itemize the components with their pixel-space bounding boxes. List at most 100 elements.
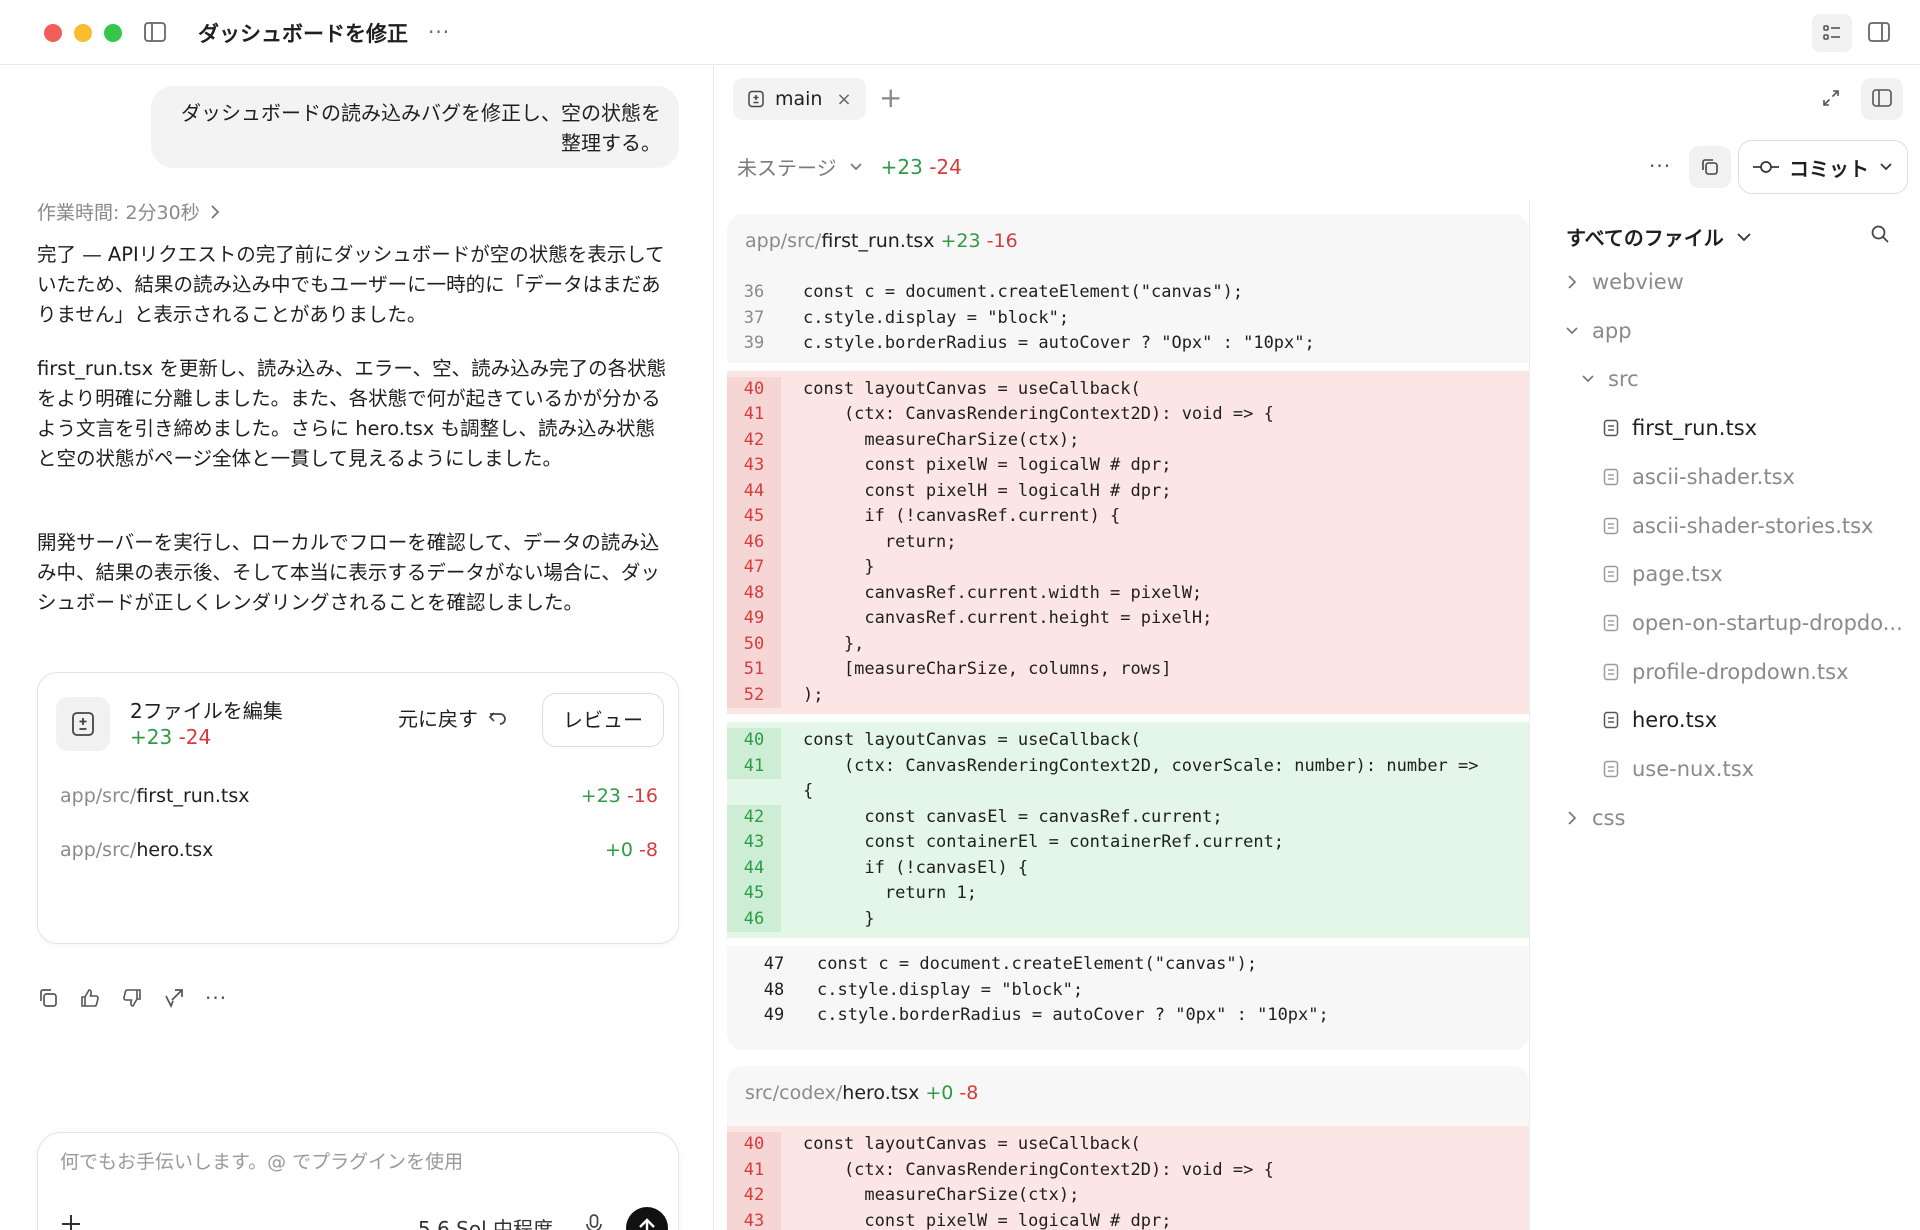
- hunk-gap: [727, 714, 1529, 722]
- panel-toggle-button[interactable]: [1861, 78, 1903, 120]
- lines-added: +0: [604, 839, 633, 861]
- window-minimize-button[interactable]: [74, 24, 92, 42]
- tree-folder-src[interactable]: src: [1580, 367, 1639, 391]
- tree-file[interactable]: page.tsx: [1602, 562, 1723, 586]
- diff-line: 36 const c = document.createElement("canv…: [727, 280, 1529, 306]
- file-icon: [1603, 712, 1619, 729]
- assistant-paragraph: first_run.tsx を更新し、読み込み、エラー、空、読み込み完了の各状態…: [37, 357, 667, 470]
- context-hunk: 36 const c = document.createElement("canv…: [727, 274, 1529, 363]
- tree-file[interactable]: profile-dropdown.tsx: [1602, 660, 1849, 684]
- line-number: 49: [763, 1005, 785, 1025]
- code-text: const pixelH = logicalH # dpr;: [803, 480, 1172, 501]
- code-text: const pixelW = logicalW # dpr;: [803, 455, 1172, 475]
- line-number: 50: [727, 631, 781, 657]
- tab-main[interactable]: main ×: [733, 78, 866, 120]
- tree-file[interactable]: ascii-shader-stories.tsx: [1602, 514, 1873, 538]
- thumbs-down-icon[interactable]: [121, 987, 143, 1009]
- tree-file[interactable]: use-nux.tsx: [1602, 757, 1754, 781]
- chevron-down-icon: [850, 162, 862, 170]
- code-text: },: [803, 633, 865, 654]
- diff-line: 40 const layoutCanvas = useCallback(: [727, 728, 1529, 754]
- line-number: 41: [727, 402, 781, 428]
- tree-file[interactable]: hero.tsx: [1602, 708, 1717, 732]
- tree-folder-css[interactable]: css: [1564, 806, 1625, 830]
- window-close-button[interactable]: [44, 24, 62, 42]
- file-filter-dropdown[interactable]: すべてのファイル: [1566, 222, 1752, 251]
- tree-file[interactable]: open-on-startup-dropdo...: [1602, 611, 1903, 635]
- title-more-button[interactable]: ···: [428, 20, 450, 44]
- commit-button[interactable]: コミット: [1738, 140, 1908, 194]
- task-list-button[interactable]: [1812, 14, 1852, 52]
- diff-line: 45 if (!canvasRef.current) {: [727, 504, 1529, 530]
- edited-file-row[interactable]: app/src/first_run.tsx +23 -16: [60, 785, 658, 807]
- diff-file-header[interactable]: app/src/first_run.tsx +23 -16: [727, 214, 1529, 274]
- line-number: 43: [727, 453, 781, 479]
- microphone-icon: [586, 1214, 602, 1230]
- line-number: 52: [727, 682, 781, 708]
- tree-folder-app[interactable]: app: [1564, 319, 1632, 343]
- new-tab-button[interactable]: +: [879, 84, 902, 112]
- lines-removed: -16: [626, 785, 658, 807]
- search-icon[interactable]: [1870, 224, 1890, 244]
- hunk-gap: [727, 938, 1529, 946]
- tree-folder-webview[interactable]: webview: [1564, 270, 1684, 294]
- chevron-down-icon: [1582, 375, 1594, 383]
- copy-diff-button[interactable]: [1689, 146, 1731, 188]
- lines-removed: -8: [959, 1082, 979, 1104]
- work-time-toggle[interactable]: 作業時間: 2分30秒: [37, 198, 220, 225]
- code-text: const c = document.createElement("canvas…: [817, 954, 1258, 974]
- revert-button[interactable]: 元に戻す: [398, 703, 508, 732]
- code-text: const layoutCanvas = useCallback(: [803, 378, 1141, 399]
- review-button[interactable]: レビュー: [542, 693, 664, 747]
- line-number: 46: [727, 529, 781, 555]
- right-panel-toggle-icon[interactable]: [1868, 22, 1890, 42]
- diff-file-header[interactable]: src/codex/hero.tsx +0 -8: [727, 1066, 1529, 1126]
- code-text: {: [803, 781, 814, 801]
- commit-label: コミット: [1789, 156, 1869, 181]
- chevron-right-icon: [1568, 275, 1577, 289]
- diff-line: 40 const layoutCanvas = useCallback(: [727, 1132, 1529, 1158]
- chevron-down-icon: [1880, 163, 1892, 171]
- send-button[interactable]: [626, 1207, 668, 1230]
- microphone-button[interactable]: [584, 1213, 604, 1230]
- line-number: 49: [727, 606, 781, 632]
- diff-more-button[interactable]: ···: [1649, 154, 1671, 178]
- edited-file-row[interactable]: app/src/hero.tsx +0 -8: [60, 839, 658, 861]
- add-attachment-button[interactable]: [60, 1213, 82, 1230]
- line-number: 45: [727, 881, 781, 907]
- code-text: canvasRef.current.height = pixelH;: [803, 608, 1213, 628]
- tab-close-button[interactable]: ×: [836, 89, 851, 110]
- share-icon[interactable]: [163, 987, 185, 1009]
- file-tree-title: すべてのファイル: [1566, 226, 1724, 250]
- user-message: ダッシュボードの読み込みバグを修正し、空の状態を整理する。: [151, 86, 679, 168]
- diff-line: 49 c.style.borderRadius = autoCover ? "0p…: [727, 1003, 1529, 1029]
- tree-file[interactable]: ascii-shader.tsx: [1602, 465, 1795, 489]
- window-maximize-button[interactable]: [104, 24, 122, 42]
- composer-input[interactable]: [60, 1151, 660, 1173]
- tree-file[interactable]: first_run.tsx: [1602, 416, 1757, 440]
- chat-panel: ダッシュボードの読み込みバグを修正し、空の状態を整理する。 作業時間: 2分30…: [0, 66, 714, 1230]
- copy-icon[interactable]: [37, 987, 59, 1009]
- line-number: 42: [727, 1183, 781, 1209]
- model-selector[interactable]: 5.6 Sol 中程度: [418, 1213, 553, 1230]
- tree-item-label: open-on-startup-dropdo...: [1632, 610, 1903, 635]
- more-actions-button[interactable]: ···: [205, 986, 227, 1010]
- code-text: const pixelW = logicalW # dpr;: [803, 1210, 1172, 1230]
- tree-item-label: hero.tsx: [1632, 708, 1718, 733]
- unstaged-selector[interactable]: 未ステージ +23 -24: [737, 152, 962, 181]
- lines-added: +23: [940, 230, 981, 252]
- tab-label: main: [775, 88, 823, 110]
- lines-added: +0: [925, 1082, 954, 1104]
- lines-removed: -16: [986, 230, 1018, 252]
- diff-scroll-area[interactable]: app/src/first_run.tsx +23 -16 36 const c =…: [727, 214, 1529, 1230]
- code-text: c.style.borderRadius = autoCover ? "0px"…: [817, 1005, 1329, 1025]
- expand-icon[interactable]: [1821, 88, 1841, 108]
- chevron-right-icon: [211, 204, 219, 219]
- diff-line: 50 },: [727, 631, 1529, 657]
- unstaged-stats: +23 -24: [881, 155, 962, 179]
- tree-item-label: use-nux.tsx: [1632, 757, 1755, 781]
- message-actions: ···: [37, 986, 227, 1010]
- code-text: [measureCharSize, columns, rows]: [803, 659, 1172, 679]
- thumbs-up-icon[interactable]: [79, 987, 101, 1009]
- sidebar-toggle-icon[interactable]: [144, 22, 166, 42]
